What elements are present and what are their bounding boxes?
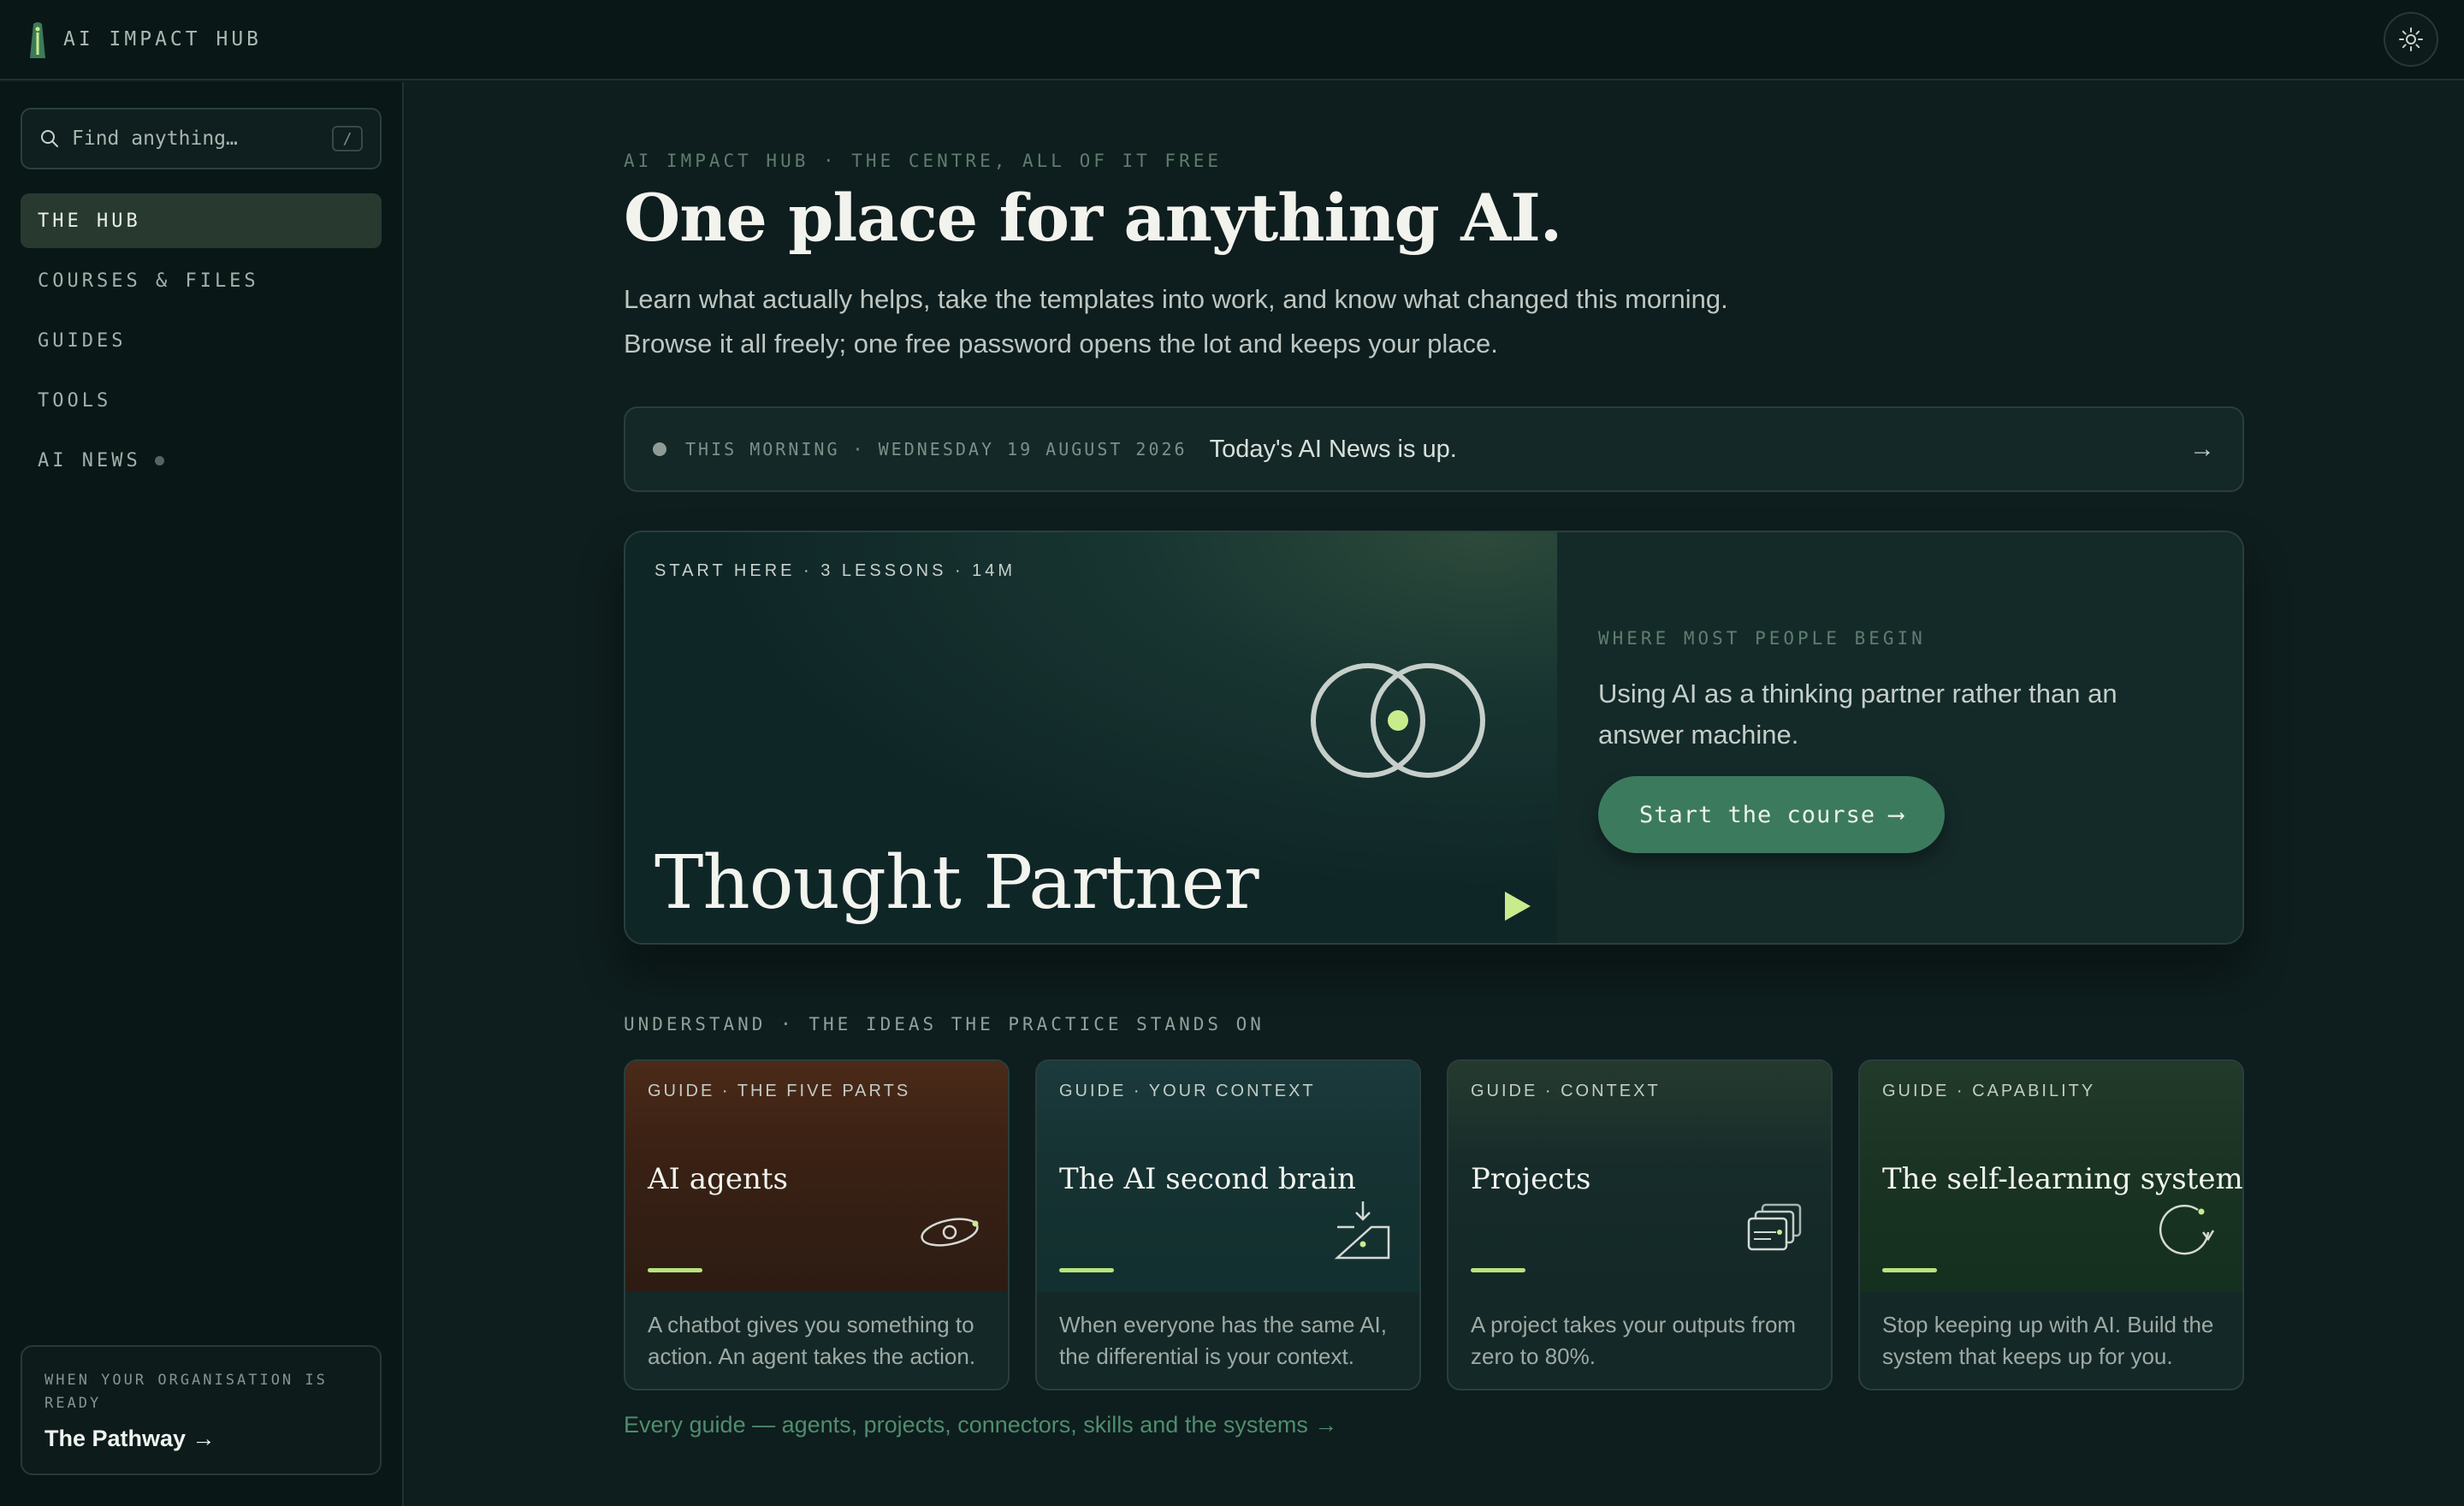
search-icon [41,130,58,147]
arrow-right-icon[interactable]: → [2189,435,2215,464]
guide-description: A project takes your outputs from zero t… [1471,1312,1797,1369]
search-box[interactable]: / [21,108,382,169]
sidebar-nav: THE HUB COURSES & FILES GUIDES TOOLS AI … [21,193,382,493]
course-eyebrow: WHERE MOST PEOPLE BEGIN [1598,628,1926,649]
news-indicator-dot [154,455,164,465]
inbox-download-icon [1334,1201,1390,1260]
guide-cards: GUIDE · THE FIVE PARTS AI agents A chatb… [624,1059,2244,1390]
page-lede: Learn what actually helps, take the temp… [624,277,1907,366]
top-bar: AI IMPACT HUB [0,0,2464,80]
sidebar-item-ai-news[interactable]: AI NEWS [21,433,382,488]
orbit-icon [921,1218,979,1247]
accent-bar [1882,1268,1937,1272]
guide-title: The AI second brain [1059,1162,1356,1196]
page-eyebrow: AI IMPACT HUB · THE CENTRE, ALL OF IT FR… [624,151,1223,171]
section-label: UNDERSTAND · THE IDEAS THE PRACTICE STAN… [624,1014,1265,1035]
sidebar-item-tools[interactable]: TOOLS [21,373,382,428]
sidebar: / THE HUB COURSES & FILES GUIDES TOOLS A… [0,82,404,1506]
sidebar-item-courses-files[interactable]: COURSES & FILES [21,253,382,308]
theme-toggle-button[interactable] [2384,12,2438,67]
lede-line: Browse it all freely; one free password … [624,329,1498,359]
pathway-card[interactable]: WHEN YOUR ORGANISATION IS READY The Path… [21,1345,382,1475]
sidebar-item-guides[interactable]: GUIDES [21,313,382,368]
guide-card-self-learning[interactable]: GUIDE · CAPABILITY The self-learning sys… [1858,1059,2244,1390]
page-title: One place for anything AI. [624,180,1562,256]
lede-line: Learn what actually helps, take the temp… [624,284,1728,314]
all-guides-link[interactable]: Every guide — agents, projects, connecto… [624,1412,1337,1438]
sidebar-item-the-hub[interactable]: THE HUB [21,193,382,248]
news-banner[interactable]: THIS MORNING · WEDNESDAY 19 AUGUST 2026 … [624,406,2244,492]
featured-course-card: START HERE · 3 LESSONS · 14M Thought Par… [624,531,2244,945]
brand-logo-icon [30,22,45,58]
sidebar-item-label: AI NEWS [38,449,141,471]
stacked-cards-icon [1747,1203,1802,1251]
guide-title: The self-learning system [1882,1162,2243,1196]
guide-description: When everyone has the same AI, the diffe… [1059,1312,1387,1369]
start-course-label: Start the course [1639,801,1876,828]
arrow-right-icon: ⟶ [1889,801,1904,828]
start-course-button[interactable]: Start the course ⟶ [1598,776,1946,853]
featured-course-details: WHERE MOST PEOPLE BEGIN Using AI as a th… [1557,532,2242,943]
sidebar-item-label: TOOLS [38,389,112,412]
featured-course-banner[interactable]: START HERE · 3 LESSONS · 14M Thought Par… [625,532,1557,943]
sidebar-item-label: GUIDES [38,329,127,352]
search-input[interactable] [72,127,332,150]
accent-bar [1059,1268,1114,1272]
course-description: Using AI as a thinking partner rather th… [1598,679,2118,750]
guide-tag: GUIDE · THE FIVE PARTS [648,1082,911,1100]
pathway-link[interactable]: The Pathway → [44,1426,358,1452]
guide-card-ai-agents[interactable]: GUIDE · THE FIVE PARTS AI agents A chatb… [624,1059,1010,1390]
guide-card-projects[interactable]: GUIDE · CONTEXT Projects A project takes… [1447,1059,1833,1390]
news-date: THIS MORNING · WEDNESDAY 19 AUGUST 2026 [685,439,1188,460]
guide-description: Stop keeping up with AI. Build the syste… [1882,1312,2214,1369]
status-dot [653,442,666,456]
course-title: Thought Partner [654,840,1259,926]
guide-tag: GUIDE · YOUR CONTEXT [1059,1082,1316,1100]
sun-icon [2399,27,2423,51]
cycle-icon [2159,1204,2215,1255]
sidebar-item-label: THE HUB [38,210,141,232]
thought-partner-icon [1311,663,1485,778]
guide-description: A chatbot gives you something to action.… [648,1312,976,1369]
brand[interactable]: AI IMPACT HUB [27,21,262,58]
guide-card-second-brain[interactable]: GUIDE · YOUR CONTEXT The AI second brain… [1035,1059,1421,1390]
guide-title: Projects [1471,1162,1591,1196]
play-icon[interactable] [1505,892,1531,921]
pathway-caption: WHEN YOUR ORGANISATION IS READY [44,1372,328,1412]
guide-tag: GUIDE · CAPABILITY [1882,1082,2096,1100]
news-message: Today's AI News is up. [1209,435,1457,463]
course-meta: START HERE · 3 LESSONS · 14M [654,561,1016,580]
search-shortcut-badge: / [332,126,363,151]
sidebar-item-label: COURSES & FILES [38,270,259,292]
brand-name: AI IMPACT HUB [63,28,263,50]
guide-tag: GUIDE · CONTEXT [1471,1082,1661,1100]
accent-bar [1471,1268,1525,1272]
accent-bar [648,1268,702,1272]
guide-title: AI agents [648,1162,788,1196]
